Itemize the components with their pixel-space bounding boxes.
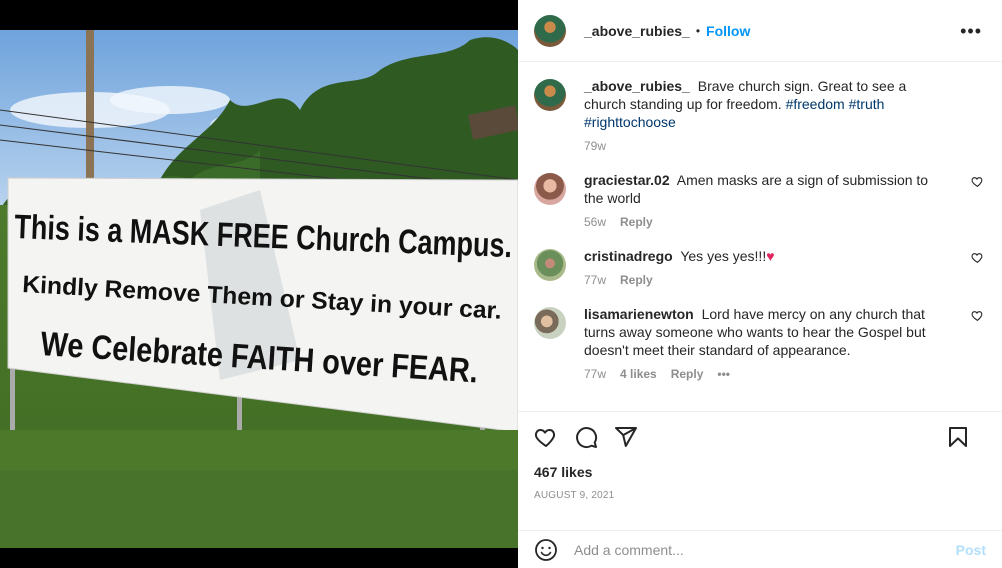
action-icon-row [534,412,986,462]
caption-username[interactable]: _above_rubies_ [584,78,690,94]
bookmark-icon[interactable] [946,425,970,449]
caption-text: _above_rubies_ Brave church sign. Great … [584,77,944,131]
more-options-icon[interactable]: ••• [960,22,982,40]
comment-item: graciestar.02 Amen masks are a sign of s… [534,171,986,229]
avatar[interactable] [534,307,566,339]
timestamp[interactable]: 77w [584,273,606,287]
comment-meta: 56w Reply [584,215,944,229]
comment-input[interactable] [574,541,956,558]
reply-button[interactable]: Reply [620,215,653,229]
caption-meta: 79w [584,139,944,153]
like-comment-heart-icon[interactable] [971,175,984,188]
comment-more-icon[interactable]: ••• [717,367,730,381]
avatar[interactable] [534,79,566,111]
follow-button[interactable]: Follow [706,23,750,39]
add-comment-bar: Post [518,530,1002,568]
likes-count[interactable]: 467 likes [534,464,986,480]
avatar[interactable] [534,249,566,281]
separator-dot: • [695,23,701,38]
share-icon[interactable] [614,425,638,449]
red-heart-emoji-icon: ♥ [766,248,775,264]
comment-text: cristinadrego Yes yes yes!!!♥ [584,247,944,265]
comment-item: lisamarienewton Lord have mercy on any c… [534,305,986,381]
comment-item: cristinadrego Yes yes yes!!!♥ 77w Reply [534,247,986,287]
comment-text: graciestar.02 Amen masks are a sign of s… [584,171,944,207]
post-detail-panel: _above_rubies_ • Follow ••• _above_rubie… [518,0,1002,568]
comment-icon[interactable] [574,425,598,449]
timestamp[interactable]: 77w [584,367,606,381]
post-username[interactable]: _above_rubies_ [584,23,690,39]
hashtag-freedom[interactable]: #freedom [786,96,845,112]
avatar[interactable] [534,173,566,205]
hashtag-truth[interactable]: #truth [849,96,885,112]
comment-meta: 77w 4 likes Reply ••• [584,367,944,381]
emoji-icon[interactable] [534,538,558,562]
like-comment-heart-icon[interactable] [971,251,984,264]
reply-button[interactable]: Reply [671,367,704,381]
comments-list[interactable]: _above_rubies_ Brave church sign. Great … [518,63,1002,410]
post-header: _above_rubies_ • Follow ••• [518,0,1002,62]
like-comment-heart-icon[interactable] [971,309,984,322]
post-photo-pane: This is a MASK FREE Church Campus. Kindl… [0,0,518,568]
post-date[interactable]: AUGUST 9, 2021 [534,490,986,501]
church-sign-photo: This is a MASK FREE Church Campus. Kindl… [0,30,518,548]
comment-username[interactable]: cristinadrego [584,248,673,264]
reply-button[interactable]: Reply [620,273,653,287]
comment-username[interactable]: graciestar.02 [584,172,670,188]
hashtag-righttochoose[interactable]: #righttochoose [584,114,676,130]
timestamp[interactable]: 79w [584,139,606,153]
comment-meta: 77w Reply [584,273,944,287]
caption: _above_rubies_ Brave church sign. Great … [534,77,986,153]
post-photo[interactable]: This is a MASK FREE Church Campus. Kindl… [0,30,518,548]
post-actions: 467 likes AUGUST 9, 2021 [518,411,1002,501]
comment-text: lisamarienewton Lord have mercy on any c… [584,305,944,359]
post-comment-button[interactable]: Post [956,542,986,558]
heart-icon[interactable] [534,425,558,449]
timestamp[interactable]: 56w [584,215,606,229]
avatar[interactable] [534,14,566,47]
comment-likes[interactable]: 4 likes [620,367,657,381]
comment-body: Yes yes yes!!! [680,248,767,264]
comment-username[interactable]: lisamarienewton [584,306,694,322]
